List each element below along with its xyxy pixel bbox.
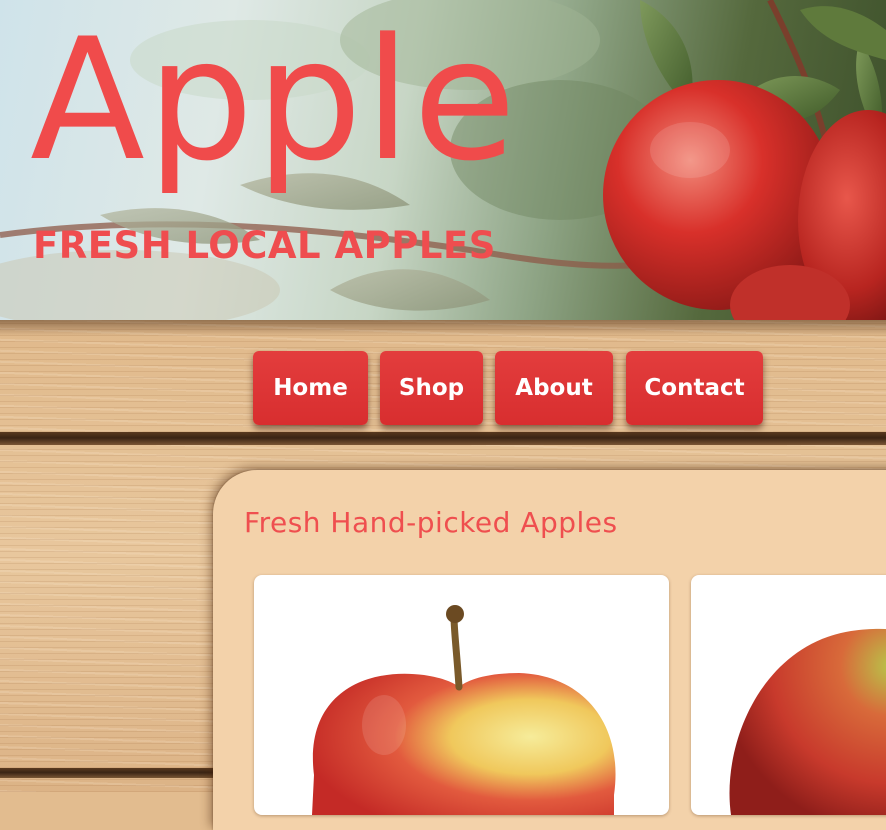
red-green-apple-image — [729, 628, 886, 815]
nav-home-button[interactable]: Home — [253, 351, 368, 425]
nav-shop-button[interactable]: Shop — [380, 351, 483, 425]
wood-plank-gap — [0, 432, 886, 445]
brand-tagline: FRESH LOCAL APPLES — [33, 224, 496, 267]
red-yellow-apple-image — [312, 605, 616, 815]
hero-banner: Apple FRESH LOCAL APPLES — [0, 0, 886, 320]
section-heading: Fresh Hand-picked Apples — [244, 506, 618, 539]
banner-shadow — [0, 320, 886, 336]
product-card[interactable] — [691, 575, 886, 815]
nav-about-button[interactable]: About — [495, 351, 613, 425]
product-card[interactable] — [254, 575, 669, 815]
nav-contact-button[interactable]: Contact — [626, 351, 763, 425]
brand-title: Apple — [30, 2, 519, 198]
